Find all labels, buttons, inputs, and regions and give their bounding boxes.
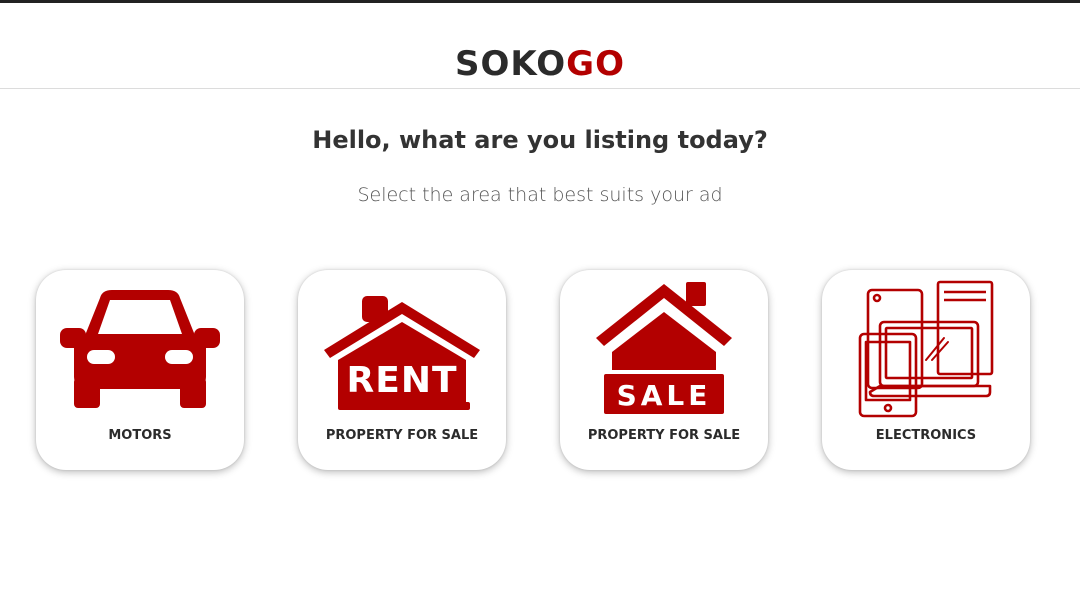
- logo[interactable]: SOKOGO: [0, 44, 1080, 84]
- category-label-property-sale: PROPERTY FOR SALE: [587, 428, 741, 443]
- category-card-property-sale[interactable]: SALE PROPERTY FOR SALE: [560, 270, 768, 470]
- category-label-electronics: ELECTRONICS: [875, 428, 977, 443]
- category-label-property-rent: PROPERTY FOR SALE: [325, 428, 479, 443]
- category-card-property-rent[interactable]: RENT PROPERTY FOR SALE: [298, 270, 506, 470]
- category-label-motors: MOTORS: [108, 428, 172, 443]
- logo-text-go: GO: [566, 44, 625, 84]
- house-sale-icon: SALE: [560, 278, 768, 428]
- devices-icon: [822, 278, 1030, 428]
- house-rent-icon-text: RENT: [347, 360, 458, 401]
- house-rent-icon: RENT: [298, 278, 506, 428]
- car-icon: [36, 278, 244, 428]
- category-card-electronics[interactable]: ELECTRONICS: [822, 270, 1030, 470]
- category-card-motors[interactable]: MOTORS: [36, 270, 244, 470]
- page-subtitle: Select the area that best suits your ad: [357, 184, 723, 206]
- house-sale-icon-text: SALE: [617, 379, 712, 412]
- page-title: Hello, what are you listing today?: [312, 126, 768, 154]
- logo-text-soko: SOKO: [455, 44, 567, 84]
